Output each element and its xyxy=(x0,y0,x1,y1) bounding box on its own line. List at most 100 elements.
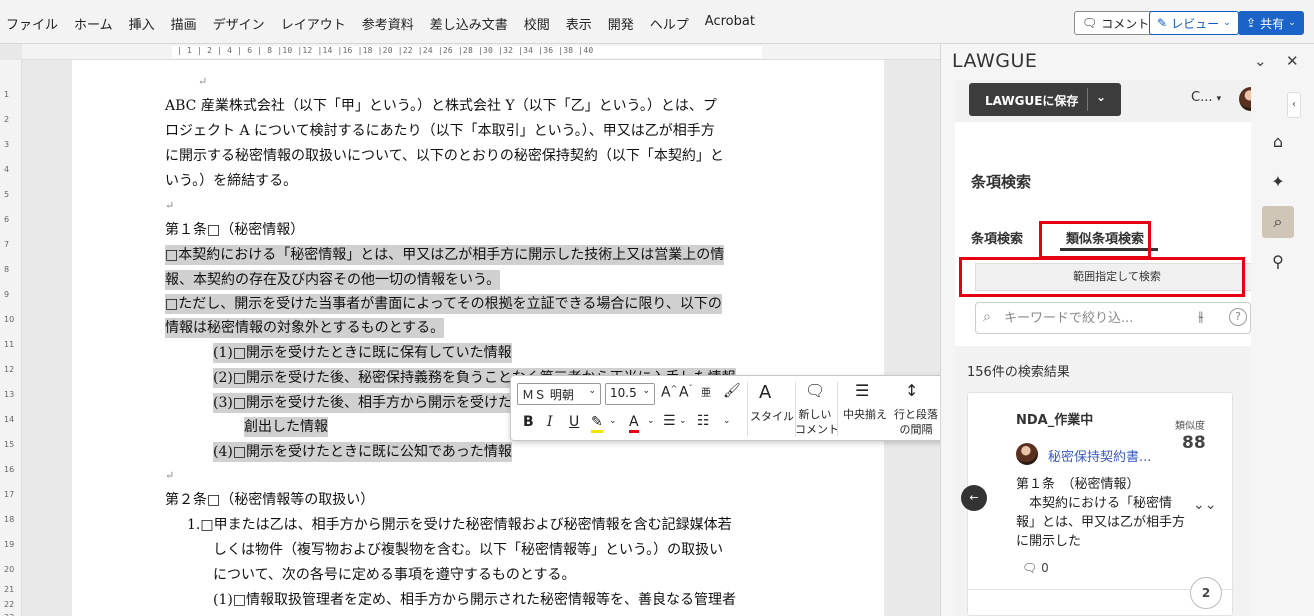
result-name: NDA_作業中 xyxy=(1016,413,1094,428)
chevron-down-icon[interactable]: ⌄ xyxy=(723,416,731,426)
highlight-box-tab xyxy=(1039,221,1151,259)
menu-references[interactable]: 参考資料 xyxy=(362,14,414,33)
ribbon-tabs: ファイル ホーム 挿入 描画 デザイン レイアウト 参考資料 差し込み文書 校閲… xyxy=(6,14,755,33)
bullet-list-icon[interactable]: ☰ xyxy=(663,413,676,429)
share-button-label: 共有 xyxy=(1260,16,1285,31)
floating-format-toolbar: ＭＳ 明朝 ⌄ 10.5 ⌄ A^ Aˇ 亜 🖌 B I U ✎ ⌄ A ⌄ ☰ ⌄… xyxy=(510,375,978,441)
ribbon-menu-bar: ファイル ホーム 挿入 描画 デザイン レイアウト 参考資料 差し込み文書 校閲… xyxy=(0,0,1314,44)
doc-line: 1.□甲または乙は、相手方から開示を受けた秘密情報および秘密情報を含む記録媒体若 xyxy=(187,517,732,533)
review-button[interactable]: ✎ レビュー ⌄ xyxy=(1149,11,1239,35)
phonetic-guide-icon[interactable]: 亜 xyxy=(701,384,711,399)
line-spacing-label-2[interactable]: の間隔 xyxy=(893,423,939,437)
font-color-icon[interactable]: A xyxy=(629,414,639,433)
previous-result-icon[interactable]: ← xyxy=(961,485,987,511)
doc-line-selected: (1)□開示を受けたときに既に保有していた情報 xyxy=(213,343,512,363)
chevron-down-icon: ⌄ xyxy=(642,386,650,396)
grow-font-icon[interactable]: A^ xyxy=(661,384,677,401)
help-icon[interactable]: ? xyxy=(1229,308,1247,326)
format-painter-icon[interactable]: 🖌 xyxy=(723,383,741,399)
menu-view[interactable]: 表示 xyxy=(566,14,592,33)
italic-icon[interactable]: I xyxy=(547,414,553,430)
tab-clause-search[interactable]: 条項検索 xyxy=(971,228,1023,247)
chevron-down-icon[interactable]: ⌄ xyxy=(679,416,687,426)
menu-home[interactable]: ホーム xyxy=(74,14,113,33)
ribbon-icon[interactable]: ⚲ xyxy=(1262,246,1294,278)
bold-icon[interactable]: B xyxy=(523,414,534,430)
result-doc-link[interactable]: 秘密保持契約書... xyxy=(1048,446,1151,465)
save-to-lawgue-button[interactable]: LAWGUEに保存 ⌄ xyxy=(969,83,1121,116)
chevron-down-icon[interactable]: ⌄ xyxy=(1254,52,1267,70)
panel-header: LAWGUEに保存 ⌄ C... ▾ xyxy=(955,80,1263,122)
menu-help[interactable]: ヘルプ xyxy=(650,14,689,33)
lawgue-side-panel: LAWGUE ⌄ ✕ LAWGUEに保存 ⌄ C... ▾ 条項検索 条項検索 … xyxy=(940,44,1314,616)
chevron-down-icon[interactable]: ⌄ xyxy=(647,416,655,426)
menu-review[interactable]: 校閲 xyxy=(524,14,550,33)
review-icon: ✎ xyxy=(1157,16,1168,30)
menu-layout[interactable]: レイアウト xyxy=(281,14,346,33)
highlight-color-icon[interactable]: ✎ xyxy=(591,414,603,433)
review-button-label: レビュー xyxy=(1171,16,1220,31)
new-comment-label-2[interactable]: コメント xyxy=(795,423,839,437)
new-comment-label[interactable]: 新しい xyxy=(795,408,835,422)
comment-count: 🗨 0 xyxy=(1022,561,1049,575)
sparkle-icon[interactable]: ✦ xyxy=(1262,166,1294,198)
user-name[interactable]: C... ▾ xyxy=(1191,90,1221,105)
share-button[interactable]: ⇪ 共有 ⌄ xyxy=(1238,11,1304,35)
ruler-corner xyxy=(0,44,22,60)
new-comment-icon[interactable]: 🗨 xyxy=(805,381,825,400)
styles-icon[interactable]: A xyxy=(759,382,771,403)
line-spacing-icon[interactable]: ↕ xyxy=(905,381,918,400)
align-center-label[interactable]: 中央揃え xyxy=(839,408,891,422)
home-icon[interactable]: ⌂ xyxy=(1262,126,1294,158)
search-icon[interactable]: ⌕ xyxy=(1262,206,1294,238)
doc-line: に開示する秘密情報の取扱いについて、以下のとおりの秘密保持契約（以下「本契約」と xyxy=(165,148,724,164)
doc-line: いう。）を締結する。 xyxy=(165,173,298,189)
chevron-down-icon[interactable]: ⌄ xyxy=(609,416,617,426)
results-list: 156件の検索結果 NDA_作業中 類似度 88 秘密保持契約書... 第１条 … xyxy=(955,346,1259,616)
menu-file[interactable]: ファイル xyxy=(6,14,58,33)
expand-icon[interactable]: ⌄⌄ xyxy=(1193,497,1216,513)
paragraph-mark: ↵ xyxy=(165,469,175,482)
results-count: 156件の検索結果 xyxy=(967,365,1070,380)
menu-developer[interactable]: 開発 xyxy=(608,14,634,33)
menu-mailings[interactable]: 差し込み文書 xyxy=(430,14,508,33)
result-card[interactable]: NDA_作業中 類似度 88 秘密保持契約書... 第１条 （秘密情報） 本契約… xyxy=(961,392,1234,616)
share-icon: ⇪ xyxy=(1246,16,1257,30)
collapse-panel-icon[interactable]: ‹ xyxy=(1287,92,1301,118)
doc-line-selected: 報、本契約の存在及び内容その他一切の情報をいう。 xyxy=(165,270,501,290)
doc-line: 第２条□（秘密情報等の取扱い） xyxy=(165,492,375,508)
horizontal-ruler[interactable]: | 1 | 2 | 4 | 6 | 8 |10 |12 |14 |16 |18 … xyxy=(22,44,940,60)
vertical-ruler[interactable]: 1 2 3 4 5 6 7 8 9 10 11 12 13 14 15 16 1… xyxy=(0,60,22,616)
menu-acrobat[interactable]: Acrobat xyxy=(705,14,755,33)
paragraph-mark: ↵ xyxy=(165,199,175,212)
page-indicator[interactable]: 2 xyxy=(1190,577,1222,609)
menu-draw[interactable]: 描画 xyxy=(171,14,197,33)
numbered-list-icon[interactable]: ☷ xyxy=(697,413,710,429)
doc-line: ABC 産業株式会社（以下「甲」という。）と株式会社 Y（以下「乙」という。）と… xyxy=(165,98,717,114)
line-spacing-label[interactable]: 行と段落 xyxy=(893,408,939,422)
menu-design[interactable]: デザイン xyxy=(213,14,265,33)
chevron-down-icon: ⌄ xyxy=(588,386,596,396)
comment-button[interactable]: 🗨 コメント xyxy=(1074,11,1158,35)
panel-title: LAWGUE xyxy=(952,50,1038,72)
styles-label[interactable]: スタイル xyxy=(747,410,797,424)
close-icon[interactable]: ✕ xyxy=(1286,52,1299,70)
underline-icon[interactable]: U xyxy=(569,414,579,430)
font-size-select[interactable]: 10.5 ⌄ xyxy=(605,383,655,405)
filter-settings-icon[interactable]: ⫳ xyxy=(1198,309,1204,325)
doc-line-selected: □ただし、開示を受けた当事者が書面によってその根拠を立証できる場合に限り、以下の xyxy=(165,294,722,314)
ruler-ticks: | 1 | 2 | 4 | 6 | 8 |10 |12 |14 |16 |18 … xyxy=(177,46,594,55)
doc-line: について、次の各号に定める事項を遵守するものとする。 xyxy=(213,567,576,583)
doc-line: ロジェクト A について検討するにあたり（以下「本取引」という。）、甲又は乙が相… xyxy=(165,123,715,139)
align-center-icon[interactable]: ☰ xyxy=(855,381,869,400)
panel-content: LAWGUEに保存 ⌄ C... ▾ 条項検索 条項検索 類似条項検索 範囲指定… xyxy=(955,80,1267,616)
font-name-select[interactable]: ＭＳ 明朝 ⌄ xyxy=(517,383,601,405)
chevron-down-icon[interactable]: ⌄ xyxy=(1096,90,1106,104)
similarity-label: 類似度 xyxy=(1175,421,1205,432)
shrink-font-icon[interactable]: Aˇ xyxy=(679,384,693,401)
doc-line-selected: 創出した情報 xyxy=(244,417,328,437)
caret-down-icon: ▾ xyxy=(1216,94,1222,104)
menu-insert[interactable]: 挿入 xyxy=(129,14,155,33)
document-page[interactable]: ↵ ABC 産業株式会社（以下「甲」という。）と株式会社 Y（以下「乙」という。… xyxy=(72,60,884,616)
search-input[interactable] xyxy=(1004,308,1184,328)
